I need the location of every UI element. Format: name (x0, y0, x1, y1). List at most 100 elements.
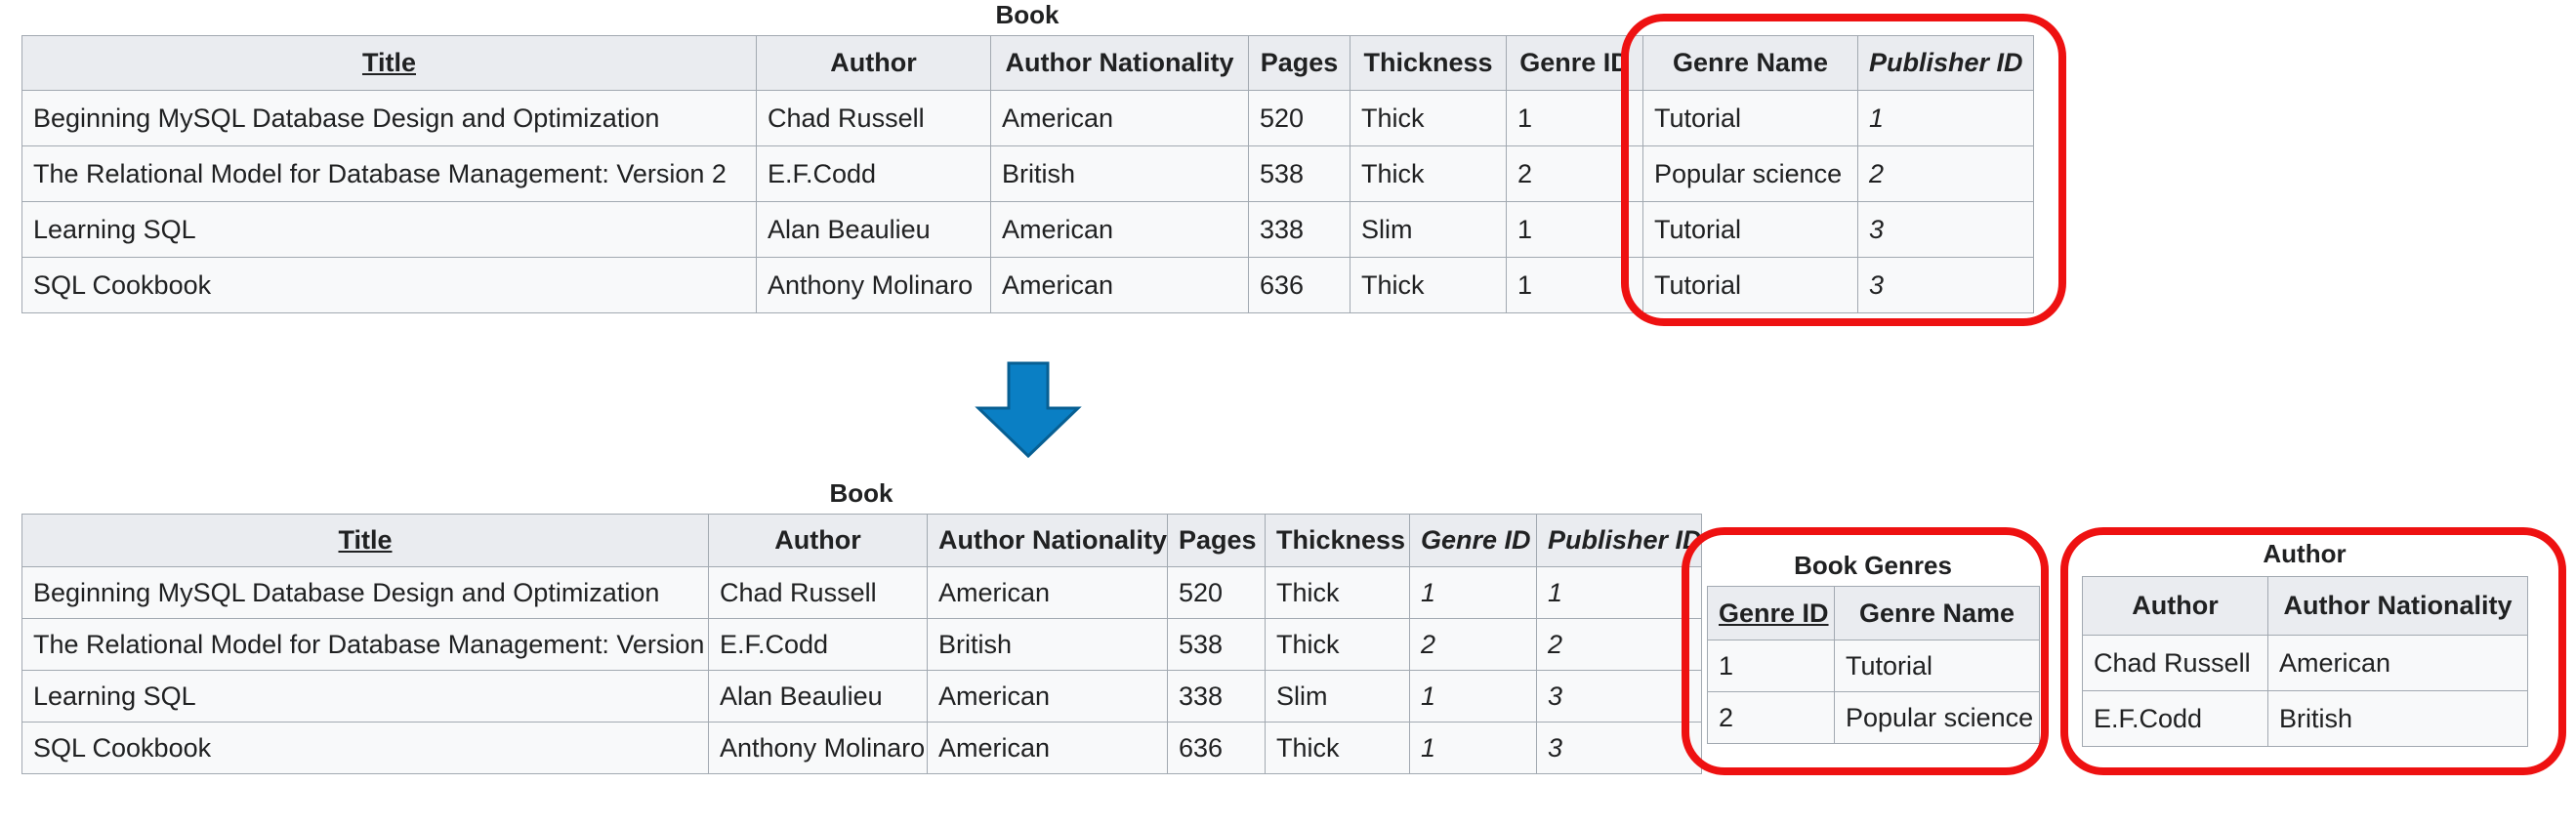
table-cell: 2 (1536, 618, 1702, 671)
table-cell: Tutorial (1642, 90, 1858, 146)
table-cell: Slim (1350, 201, 1507, 258)
table-cell: E.F.Codd (756, 145, 991, 202)
table-row: Learning SQL Alan Beaulieu American 338 Slim… (21, 201, 2034, 258)
column-header: Author (756, 35, 991, 91)
table-cell: 1 (1506, 201, 1643, 258)
column-header: Pages (1167, 514, 1266, 567)
table-cell: British (927, 618, 1168, 671)
table-cell: 1 (1506, 257, 1643, 313)
table-cell: 636 (1167, 722, 1266, 774)
table-row: The Relational Model for Database Manage… (21, 145, 2034, 202)
table-cell: Tutorial (1642, 257, 1858, 313)
column-header: Publisher ID (1536, 514, 1702, 567)
table-cell: Tutorial (1834, 640, 2040, 692)
table-cell: 1 (1409, 670, 1537, 723)
table-cell: Chad Russell (756, 90, 991, 146)
column-header: Genre ID (1707, 586, 1835, 640)
column-header: Genre ID (1409, 514, 1537, 567)
book-table-after: Title Author Author Nationality Pages Thickn… (21, 514, 1702, 774)
table-cell: American (2267, 635, 2528, 691)
table-cell: Beginning MySQL Database Design and Opti… (21, 566, 709, 619)
table-cell: Thick (1265, 722, 1410, 774)
column-header: Title (21, 514, 709, 567)
table-cell: 2 (1409, 618, 1537, 671)
table-cell: 1 (1707, 640, 1835, 692)
table-cell: 2 (1857, 145, 2034, 202)
table-cell: British (990, 145, 1249, 202)
table-row: SQL Cookbook Anthony Molinaro American 636 T… (21, 257, 2034, 313)
table-row: 2 Popular science (1707, 691, 2040, 744)
table-cell: American (990, 201, 1249, 258)
column-header: Author Nationality (927, 514, 1168, 567)
table-cell: American (927, 670, 1168, 723)
table-cell: 1 (1409, 722, 1537, 774)
table-cell: British (2267, 690, 2528, 747)
table-row: SQL Cookbook Anthony Molinaro American 636 T… (21, 722, 1702, 774)
table-cell: Anthony Molinaro (708, 722, 928, 774)
table-cell: Thick (1350, 145, 1507, 202)
author-table-caption: Author (2263, 539, 2347, 568)
table-cell: The Relational Model for Database Manage… (21, 618, 709, 671)
table-row: Beginning MySQL Database Design and Opti… (21, 90, 2034, 146)
table-cell: 1 (1857, 90, 2034, 146)
column-header: Genre Name (1834, 586, 2040, 640)
table-cell: 538 (1248, 145, 1350, 202)
table-cell: Alan Beaulieu (756, 201, 991, 258)
table-cell: Popular science (1642, 145, 1858, 202)
column-header: Publisher ID (1857, 35, 2034, 91)
table-cell: Chad Russell (2082, 635, 2268, 691)
book-genres-caption: Book Genres (1794, 551, 1952, 580)
column-header: Author Nationality (990, 35, 1249, 91)
table-row: The Relational Model for Database Manage… (21, 618, 1702, 671)
table-cell: Alan Beaulieu (708, 670, 928, 723)
column-header: Author Nationality (2267, 576, 2528, 636)
table-cell: 338 (1167, 670, 1266, 723)
column-header: Genre ID (1506, 35, 1643, 91)
book-before-caption: Book (995, 0, 1059, 29)
table-cell: 1 (1409, 566, 1537, 619)
table-cell: 520 (1167, 566, 1266, 619)
table-cell: 1 (1506, 90, 1643, 146)
table-cell: 338 (1248, 201, 1350, 258)
table-row: 1 Tutorial (1707, 640, 2040, 692)
header-row: Genre ID Genre Name (1707, 586, 2040, 640)
table-cell: Popular science (1834, 691, 2040, 744)
table-cell: Thick (1265, 618, 1410, 671)
column-header: Genre Name (1642, 35, 1858, 91)
book-after-caption: Book (829, 478, 893, 508)
table-cell: 636 (1248, 257, 1350, 313)
column-header: Author (2082, 576, 2268, 636)
table-cell: 3 (1857, 201, 2034, 258)
table-cell: Chad Russell (708, 566, 928, 619)
table-cell: Slim (1265, 670, 1410, 723)
table-row: Learning SQL Alan Beaulieu American 338 Slim… (21, 670, 1702, 723)
table-cell: E.F.Codd (708, 618, 928, 671)
column-header: Thickness (1265, 514, 1410, 567)
table-cell: Tutorial (1642, 201, 1858, 258)
column-header: Title (21, 35, 757, 91)
table-cell: 2 (1707, 691, 1835, 744)
table-cell: SQL Cookbook (21, 722, 709, 774)
column-header: Author (708, 514, 928, 567)
author-table: Author Author Nationality Chad Russell Ame… (2082, 576, 2528, 747)
down-arrow-icon (975, 361, 1082, 459)
table-row: E.F.Codd British (2082, 690, 2528, 747)
header-row: Title Author Author Nationality Pages Thickn… (21, 35, 2034, 91)
column-header: Pages (1248, 35, 1350, 91)
table-cell: 3 (1536, 670, 1702, 723)
header-row: Title Author Author Nationality Pages Thickn… (21, 514, 1702, 567)
table-cell: Thick (1350, 257, 1507, 313)
table-cell: 538 (1167, 618, 1266, 671)
table-cell: Learning SQL (21, 670, 709, 723)
header-row: Author Author Nationality (2082, 576, 2528, 636)
table-cell: American (990, 90, 1249, 146)
table-cell: 2 (1506, 145, 1643, 202)
table-cell: 1 (1536, 566, 1702, 619)
table-cell: Thick (1350, 90, 1507, 146)
table-cell: The Relational Model for Database Manage… (21, 145, 757, 202)
table-cell: 520 (1248, 90, 1350, 146)
table-cell: American (927, 566, 1168, 619)
table-cell: 3 (1536, 722, 1702, 774)
column-header: Thickness (1350, 35, 1507, 91)
table-cell: American (927, 722, 1168, 774)
